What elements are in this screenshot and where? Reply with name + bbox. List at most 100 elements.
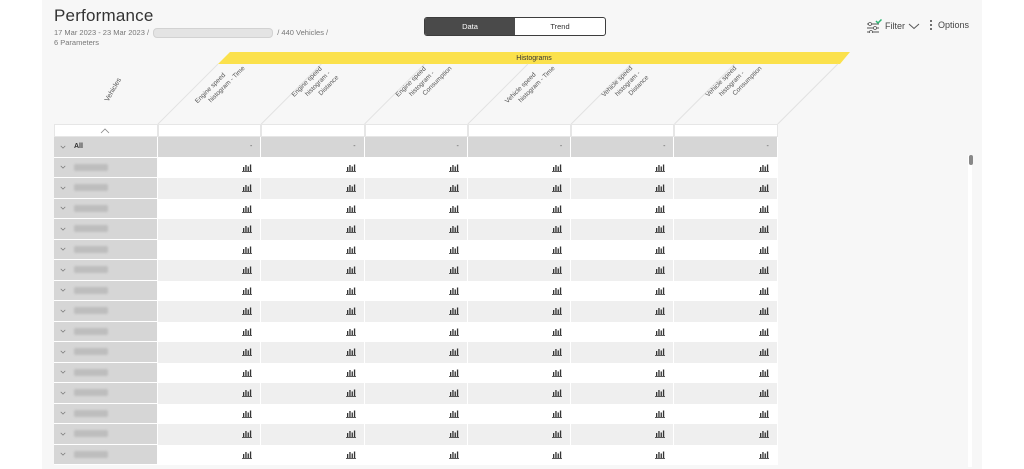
histogram-cell[interactable] <box>158 219 262 240</box>
options-button[interactable]: Options <box>930 19 969 31</box>
histogram-cell[interactable] <box>467 198 572 219</box>
histogram-cell[interactable] <box>571 219 675 240</box>
histogram-cell[interactable] <box>571 260 675 281</box>
histogram-cell[interactable] <box>674 362 778 383</box>
histogram-cell[interactable] <box>364 403 468 424</box>
histogram-cell[interactable] <box>158 198 262 219</box>
histogram-cell[interactable] <box>571 362 675 383</box>
histogram-cell[interactable] <box>571 198 675 219</box>
histogram-cell[interactable] <box>467 301 572 322</box>
histogram-cell[interactable] <box>158 301 262 322</box>
histogram-cell[interactable] <box>571 383 675 404</box>
histogram-cell[interactable] <box>261 239 365 260</box>
histogram-cell[interactable] <box>158 444 262 465</box>
histogram-cell[interactable] <box>674 280 778 301</box>
filter-button[interactable]: Filter <box>866 19 923 33</box>
histogram-cell[interactable] <box>467 321 572 342</box>
histogram-cell[interactable] <box>571 321 675 342</box>
histogram-cell[interactable] <box>364 301 468 322</box>
histogram-cell[interactable] <box>261 260 365 281</box>
table-row[interactable] <box>54 178 778 199</box>
histogram-cell[interactable] <box>571 301 675 322</box>
table-row[interactable] <box>54 383 778 404</box>
histogram-cell[interactable] <box>467 362 572 383</box>
histogram-cell[interactable] <box>261 198 365 219</box>
histogram-cell[interactable] <box>571 342 675 363</box>
histogram-cell[interactable] <box>158 280 262 301</box>
vehicle-row-header[interactable] <box>54 362 158 383</box>
tab-data[interactable]: Data <box>425 18 515 35</box>
histogram-cell[interactable] <box>674 444 778 465</box>
row-header-all[interactable]: All <box>54 137 158 158</box>
histogram-cell[interactable] <box>261 383 365 404</box>
vehicle-row-header[interactable] <box>54 342 158 363</box>
table-row-all[interactable]: All - - - - - - <box>54 137 778 158</box>
histogram-cell[interactable] <box>571 444 675 465</box>
histogram-cell[interactable] <box>158 403 262 424</box>
table-row[interactable] <box>54 301 778 322</box>
histogram-cell[interactable] <box>261 362 365 383</box>
vehicle-row-header[interactable] <box>54 219 158 240</box>
scrollbar-track[interactable] <box>968 155 972 467</box>
histogram-cell[interactable] <box>364 198 468 219</box>
histogram-cell[interactable] <box>364 342 468 363</box>
histogram-cell[interactable] <box>261 424 365 445</box>
histogram-cell[interactable] <box>261 403 365 424</box>
histogram-cell[interactable] <box>261 321 365 342</box>
histogram-cell[interactable] <box>261 178 365 199</box>
histogram-cell[interactable] <box>467 157 572 178</box>
histogram-cell[interactable] <box>364 178 468 199</box>
vehicle-row-header[interactable] <box>54 157 158 178</box>
histogram-cell[interactable] <box>467 403 572 424</box>
histogram-cell[interactable] <box>674 403 778 424</box>
histogram-cell[interactable] <box>467 424 572 445</box>
histogram-cell[interactable] <box>364 219 468 240</box>
histogram-cell[interactable] <box>571 239 675 260</box>
histogram-cell[interactable] <box>364 239 468 260</box>
histogram-cell[interactable] <box>158 260 262 281</box>
histogram-cell[interactable] <box>467 444 572 465</box>
histogram-cell[interactable] <box>158 342 262 363</box>
table-row[interactable] <box>54 424 778 445</box>
histogram-cell[interactable] <box>364 157 468 178</box>
histogram-cell[interactable] <box>261 280 365 301</box>
histogram-cell[interactable] <box>158 424 262 445</box>
histogram-cell[interactable] <box>674 424 778 445</box>
vehicle-row-header[interactable] <box>54 260 158 281</box>
histogram-cell[interactable] <box>261 301 365 322</box>
histogram-cell[interactable] <box>674 178 778 199</box>
histogram-cell[interactable] <box>158 383 262 404</box>
histogram-cell[interactable] <box>364 280 468 301</box>
histogram-cell[interactable] <box>364 362 468 383</box>
histogram-cell[interactable] <box>467 178 572 199</box>
table-row[interactable] <box>54 219 778 240</box>
histogram-cell[interactable] <box>674 321 778 342</box>
histogram-cell[interactable] <box>261 342 365 363</box>
histogram-cell[interactable] <box>571 178 675 199</box>
histogram-cell[interactable] <box>467 383 572 404</box>
histogram-cell[interactable] <box>674 239 778 260</box>
histogram-cell[interactable] <box>674 383 778 404</box>
vehicle-row-header[interactable] <box>54 403 158 424</box>
histogram-cell[interactable] <box>158 321 262 342</box>
histogram-cell[interactable] <box>158 239 262 260</box>
histogram-cell[interactable] <box>674 198 778 219</box>
histogram-cell[interactable] <box>571 403 675 424</box>
histogram-cell[interactable] <box>158 178 262 199</box>
vehicle-row-header[interactable] <box>54 444 158 465</box>
histogram-cell[interactable] <box>261 157 365 178</box>
histogram-cell[interactable] <box>674 342 778 363</box>
vehicle-row-header[interactable] <box>54 321 158 342</box>
vehicle-row-header[interactable] <box>54 239 158 260</box>
vehicle-row-header[interactable] <box>54 424 158 445</box>
histogram-cell[interactable] <box>261 444 365 465</box>
histogram-cell[interactable] <box>467 219 572 240</box>
table-row[interactable] <box>54 280 778 301</box>
vehicle-row-header[interactable] <box>54 383 158 404</box>
table-row[interactable] <box>54 362 778 383</box>
table-row[interactable] <box>54 321 778 342</box>
histogram-cell[interactable] <box>467 342 572 363</box>
table-row[interactable] <box>54 403 778 424</box>
vehicle-row-header[interactable] <box>54 178 158 199</box>
histogram-cell[interactable] <box>467 280 572 301</box>
